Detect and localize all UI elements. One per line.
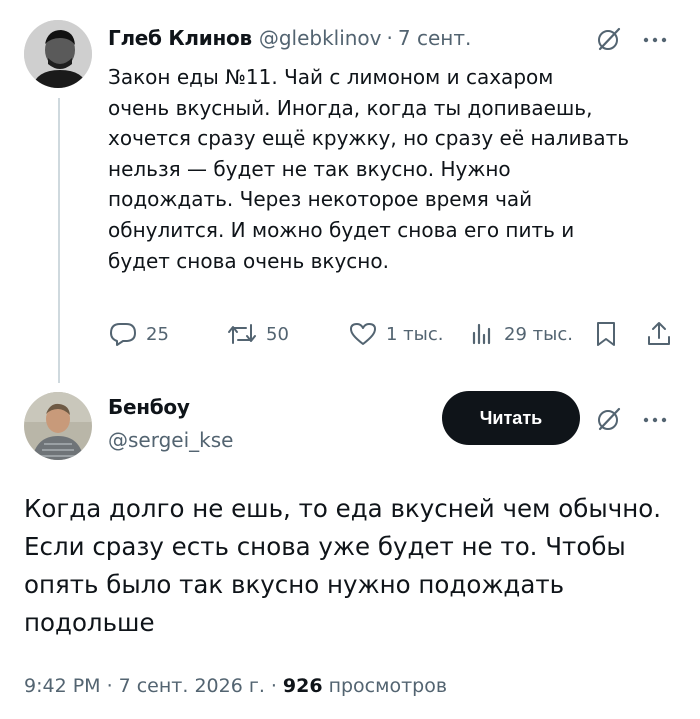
avatar-gleb[interactable] [24,20,92,88]
tweet2-meta: 9:42 PM · 7 сент. 2026 г. · 926 просмотр… [24,675,447,697]
tweet1-text: Закон еды №11. Чай с лимоном и сахаром о… [108,62,698,276]
tweet2-views-label: просмотров [328,675,448,697]
grok-icon[interactable] [594,24,624,54]
tweet2-line: подольше [24,608,155,637]
more-icon[interactable] [640,28,670,52]
repost-button[interactable]: 50 [226,316,289,352]
tweet1-handle[interactable]: @glebklinov [259,26,382,50]
tweet2-handle[interactable]: @sergei_kse [108,428,233,452]
tweet2-author-name[interactable]: Бенбоу [108,395,190,419]
repost-count: 50 [266,323,289,345]
thread-line [58,98,60,383]
tweet1-line: хочется сразу ещё кружку, но сразу её на… [108,126,630,151]
tweet1-header: Глеб Клинов @glebklinov · 7 сент. [108,24,471,52]
meta-separator: · [270,675,277,697]
tweet2-line: Когда долго не ешь, то еда вкусней чем о… [24,494,662,523]
views-button[interactable]: 29 тыс. [468,316,573,352]
share-icon [648,322,670,345]
tweet1-line: нельзя — будет не так вкусно. Нужно [108,156,511,181]
tweet2-line: опять было так вкусно нужно подождать [24,570,565,599]
tweet2-views-count: 926 [282,675,323,697]
share-button[interactable] [646,316,672,352]
reply-button[interactable]: 25 [108,316,169,352]
tweet1-line: подождать. Через некоторое время чай [108,187,533,212]
tweet1-line: будет снова очень вкусно. [108,248,389,273]
tweet2-text: Когда долго не ешь, то еда вкусней чем о… [24,490,684,642]
tweet1-separator: · [386,26,393,50]
tweet2-time[interactable]: 9:42 PM [24,675,101,697]
tweet1-line: очень вкусный. Иногда, когда ты допиваеш… [108,95,593,120]
more-icon[interactable] [640,408,670,432]
heart-icon [350,323,376,345]
reply-count: 25 [146,323,169,345]
meta-separator: · [106,675,113,697]
like-count: 1 тыс. [386,323,444,345]
grok-icon[interactable] [594,404,624,434]
reply-icon [110,323,136,346]
views-count: 29 тыс. [504,323,573,345]
repost-icon [228,324,256,344]
avatar-benbow[interactable] [24,392,92,460]
follow-button[interactable]: Читать [442,391,580,445]
like-button[interactable]: 1 тыс. [348,316,444,352]
tweet1-author-name[interactable]: Глеб Клинов [108,26,252,50]
views-icon [472,323,491,345]
tweet2-date[interactable]: 7 сент. 2026 г. [119,675,265,697]
tweet2-line: Если сразу есть снова уже будет не то. Ч… [24,532,626,561]
tweet1-line: обнулится. И можно будет снова его пить … [108,217,575,242]
bookmark-button[interactable] [594,316,618,352]
tweet1-date[interactable]: 7 сент. [398,26,471,50]
bookmark-icon [597,322,615,346]
tweet1-actions: 25 50 1 тыс. 29 тыс. [100,316,680,352]
tweet1-line: Закон еды №11. Чай с лимоном и сахаром [108,65,554,89]
